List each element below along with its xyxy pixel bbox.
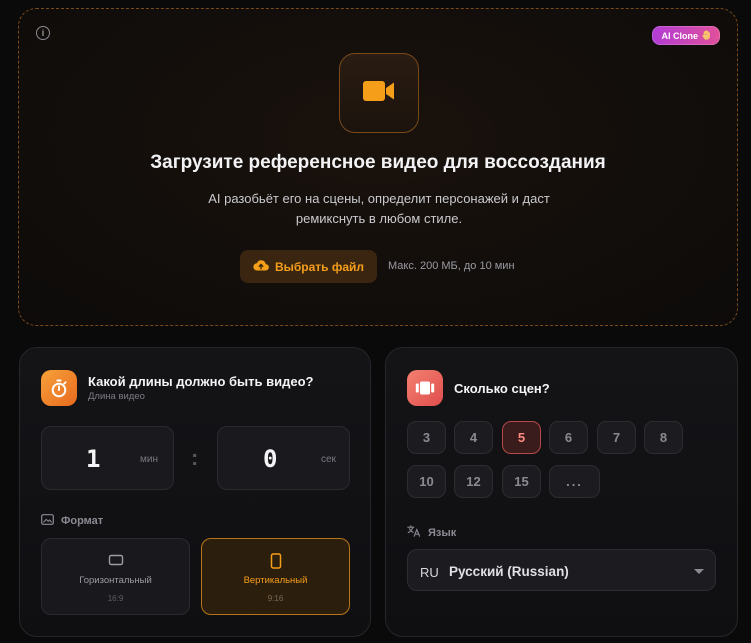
upload-dropzone[interactable]: i AI Clone Загрузите референсное видео д…	[18, 8, 738, 326]
upload-title: Загрузите референсное видео для воссозда…	[150, 152, 606, 173]
format-horizontal-option[interactable]: Горизонтальный 16:9	[41, 538, 190, 615]
minutes-value: 1	[86, 445, 101, 473]
scene-option-12[interactable]: 12	[454, 465, 493, 498]
scene-option-6[interactable]: 6	[549, 421, 588, 454]
format-label-text: Формат	[61, 515, 104, 527]
hand-icon	[702, 29, 711, 42]
format-vertical-name: Вертикальный	[243, 575, 308, 586]
format-vertical-option[interactable]: Вертикальный 9:16	[201, 538, 350, 615]
scene-option-more[interactable]: ...	[549, 465, 600, 498]
language-label-text: Язык	[428, 526, 457, 539]
choose-file-button[interactable]: Выбрать файл	[240, 250, 377, 283]
seconds-input[interactable]: 0 сек	[217, 426, 350, 490]
language-label: Язык	[407, 525, 456, 540]
minutes-unit: мин	[140, 454, 158, 465]
duration-card: Какой длины должно быть видео? Длина вид…	[19, 347, 371, 637]
seconds-value: 0	[263, 445, 278, 473]
duration-subtitle: Длина видео	[88, 391, 145, 402]
video-camera-icon	[362, 79, 396, 108]
caret-down-icon	[694, 569, 704, 574]
translate-icon	[407, 525, 421, 540]
scene-option-4[interactable]: 4	[454, 421, 493, 454]
duration-title: Какой длины должно быть видео?	[88, 374, 314, 389]
ai-clone-badge: AI Clone	[652, 26, 720, 45]
upload-description: AI разобьёт его на сцены, определит перс…	[208, 191, 550, 226]
minutes-input[interactable]: 1 мин	[41, 426, 174, 490]
cloud-upload-icon	[253, 259, 269, 274]
scene-option-8[interactable]: 8	[644, 421, 683, 454]
format-horizontal-ratio: 16:9	[107, 594, 124, 603]
film-scenes-icon	[407, 370, 443, 406]
scenes-card: Сколько сцен? 3 4 5 6 7 8 10 12 15 ... Я…	[385, 347, 738, 637]
portrait-icon	[270, 553, 282, 574]
scene-option-10[interactable]: 10	[407, 465, 446, 498]
format-horizontal-name: Горизонтальный	[79, 575, 152, 586]
landscape-icon	[108, 553, 123, 571]
upload-limit-text: Макс. 200 МБ, до 10 мин	[388, 260, 515, 272]
scene-option-7[interactable]: 7	[597, 421, 636, 454]
format-label: Формат	[41, 514, 103, 528]
ai-clone-badge-label: AI Clone	[661, 30, 698, 41]
scene-option-5[interactable]: 5	[502, 421, 541, 454]
choose-file-label: Выбрать файл	[274, 259, 365, 274]
language-select[interactable]: RU Русский (Russian)	[407, 549, 716, 591]
video-camera-tile[interactable]	[339, 53, 419, 133]
stopwatch-icon	[41, 370, 77, 406]
language-name: Русский (Russian)	[449, 564, 569, 579]
scenes-title: Сколько сцен?	[454, 381, 550, 396]
info-icon[interactable]: i	[36, 26, 50, 40]
seconds-unit: сек	[321, 454, 336, 465]
time-separator: :	[191, 445, 199, 470]
format-vertical-ratio: 9:16	[267, 594, 284, 603]
scene-option-3[interactable]: 3	[407, 421, 446, 454]
scene-option-15[interactable]: 15	[502, 465, 541, 498]
language-code: RU	[420, 565, 439, 580]
image-icon	[41, 514, 54, 528]
